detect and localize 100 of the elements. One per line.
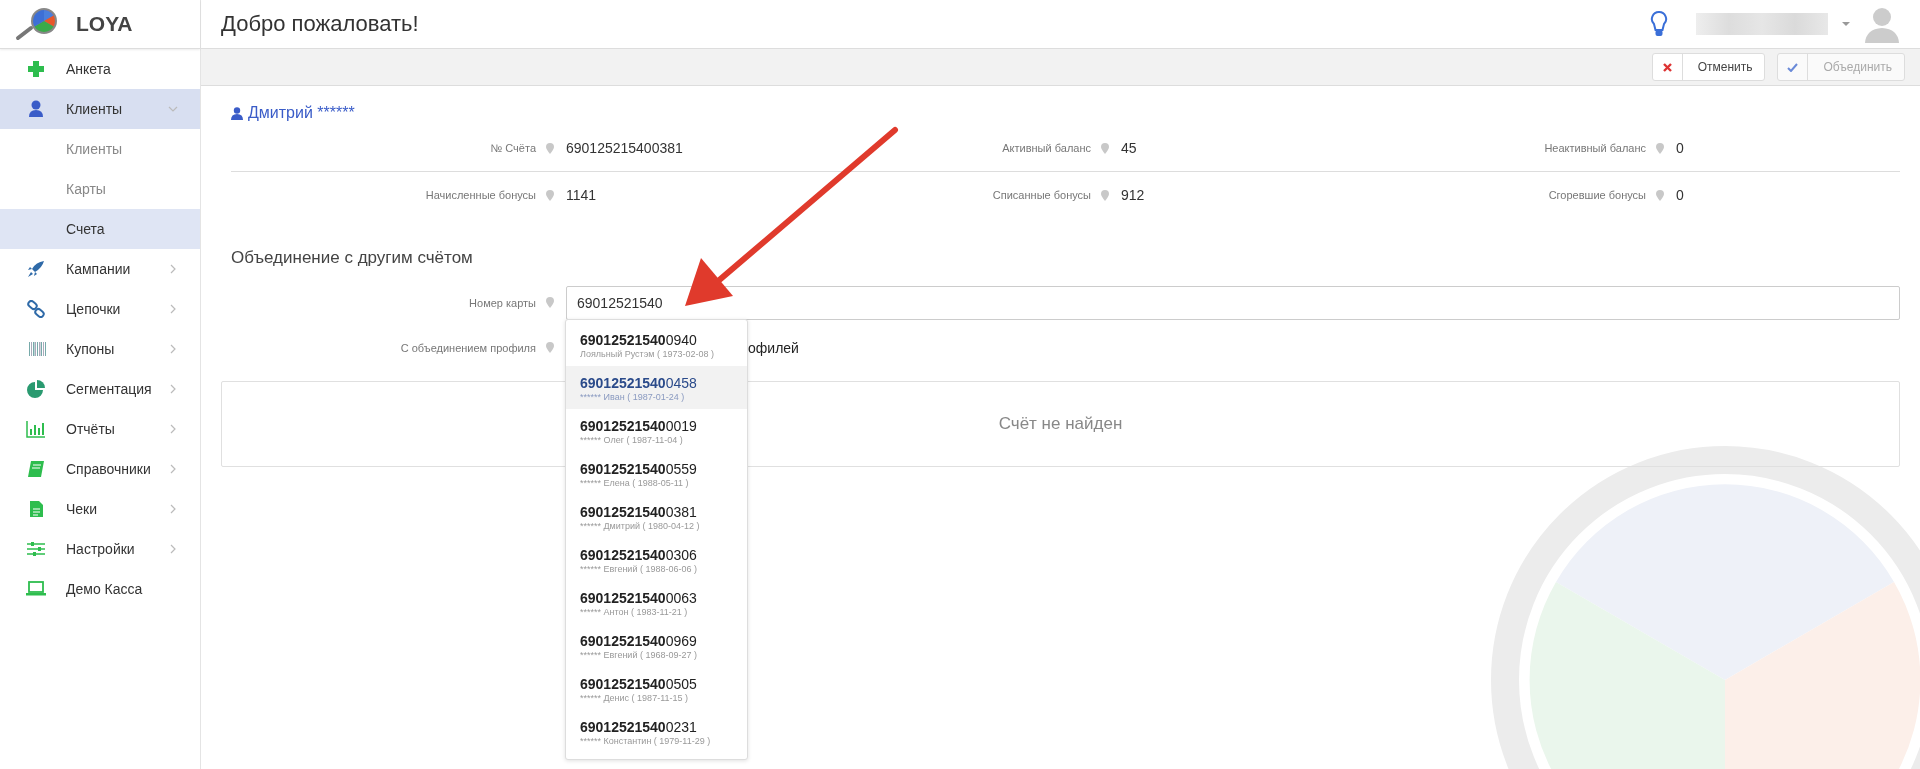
chain-link-icon <box>26 300 46 318</box>
sidebar-item[interactable]: Цепочки <box>0 289 200 329</box>
field-value: 690125215400381 <box>566 140 683 156</box>
field-value: 0 <box>1676 140 1684 156</box>
suggestion-item[interactable]: 690125215400306 ****** Евгений ( 1988-06-06 ) <box>566 538 747 581</box>
pin-icon <box>1656 142 1664 154</box>
sidebar-item[interactable]: Настройки <box>0 529 200 569</box>
card-number: 690125215400940 <box>580 330 698 349</box>
sidebar-item[interactable]: Кампании <box>0 249 200 289</box>
suggestion-item[interactable]: 690125215400458 ****** Иван ( 1987-01-24 ) <box>566 366 747 409</box>
card-owner: ****** Константин ( 1979-11-29 ) <box>580 735 712 746</box>
pin-icon <box>546 189 554 201</box>
caret-icon[interactable] <box>1842 21 1850 27</box>
sidebar-item[interactable]: Клиенты <box>0 89 200 129</box>
sidebar-item-label: Анкета <box>66 61 112 77</box>
sidebar-item-label: Чеки <box>66 501 99 517</box>
pie-chart-icon <box>26 380 46 398</box>
checkmark-icon <box>1787 62 1799 72</box>
card-owner: ****** Антон ( 1983-11-21 ) <box>580 606 689 617</box>
suggestion-item[interactable]: 690125215400063 ****** Антон ( 1983-11-21 ) <box>566 581 747 624</box>
section-title: Объединение с другим счётом <box>231 248 474 268</box>
field-label: № Счёта <box>489 142 536 154</box>
pin-icon <box>546 342 554 353</box>
sidebar-item-label: Настройки <box>66 541 136 557</box>
field-label: Неактивный баланс <box>1543 142 1646 154</box>
sidebar-item-label: Отчёты <box>66 421 116 437</box>
field-value: 1141 <box>566 187 597 203</box>
sidebar-item-label: Купоны <box>66 341 116 357</box>
field-label: Сгоревшие бонусы <box>1547 189 1646 201</box>
suggestion-item[interactable]: 690125215400231 ****** Константин ( 1979-11-29 ) <box>566 710 747 753</box>
suggestion-item[interactable]: 690125215400505 ****** Денис ( 1987-11-15 ) <box>566 667 747 710</box>
field-value: 0 <box>1676 187 1684 203</box>
page-title: Добро пожаловать! <box>221 11 419 37</box>
brand-name: LOYA <box>76 12 133 36</box>
field-label: Списанные бонусы <box>991 189 1091 201</box>
field-value: 45 <box>1121 140 1137 156</box>
card-number: 690125215400063 <box>580 588 698 607</box>
suggestion-item[interactable]: 690125215400969 ****** Евгений ( 1968-09-27 ) <box>566 624 747 667</box>
sidebar-subitem[interactable]: Клиенты <box>0 129 200 169</box>
sidebar-item[interactable]: Отчёты <box>0 409 200 449</box>
book-icon <box>26 460 46 478</box>
suggestion-item[interactable]: 690125215400559 ****** Елена ( 1988-05-11 ) <box>566 452 747 495</box>
suggestion-item[interactable]: 690125215400381 ****** Дмитрий ( 1980-04-12 ) <box>566 495 747 538</box>
field-label: С объединением профиля <box>399 341 536 354</box>
pin-icon <box>1101 142 1109 154</box>
field-value: 912 <box>1121 187 1145 203</box>
lightbulb-icon[interactable] <box>1650 10 1668 38</box>
sidebar-subitem[interactable]: Карты <box>0 169 200 209</box>
pin-icon <box>1101 189 1109 201</box>
card-number: 690125215400231 <box>580 717 698 736</box>
pin-icon <box>1656 189 1664 201</box>
profile-option-text: офилей <box>748 339 799 356</box>
card-owner: ****** Денис ( 1987-11-15 ) <box>580 692 689 703</box>
sidebar-item-label: Справочники <box>66 461 152 477</box>
suggestion-item[interactable]: 690125215400019 ****** Олег ( 1987-11-04 ) <box>566 409 747 452</box>
suggestion-item[interactable]: 690125215400940 Лояльный Рустэм ( 1973-02-08 ) <box>566 323 747 366</box>
card-number: 690125215400969 <box>580 631 698 650</box>
sidebar-item-label: Цепочки <box>66 301 122 317</box>
card-number: 690125215400559 <box>580 459 698 478</box>
close-icon <box>1662 62 1672 72</box>
toolbar-button[interactable]: Отменить <box>1651 53 1766 81</box>
sidebar-item[interactable]: Анкета <box>0 49 200 89</box>
card-owner: Лояльный Рустэм ( 1973-02-08 ) <box>580 348 716 359</box>
field-label: Начисленные бонусы <box>424 189 536 201</box>
card-owner: ****** Евгений ( 1988-06-06 ) <box>580 563 698 574</box>
person-icon <box>26 100 46 118</box>
card-owner: ****** Елена ( 1988-05-11 ) <box>580 477 690 488</box>
card-owner: ****** Евгений ( 1968-09-27 ) <box>580 649 698 660</box>
card-number-input[interactable]: 69012521540 <box>566 285 1900 320</box>
sidebar-item-label: Кампании <box>66 261 132 277</box>
card-number: 690125215400458 <box>580 373 698 392</box>
sidebar-item[interactable]: Чеки <box>0 489 200 529</box>
field-label: Активный баланс <box>1001 142 1091 154</box>
sidebar-item-label: Сегментация <box>66 381 153 397</box>
sidebar-item[interactable]: Демо Касса <box>0 569 200 609</box>
sidebar-item[interactable]: Справочники <box>0 449 200 489</box>
sidebar-item[interactable]: Купоны <box>0 329 200 369</box>
card-owner: ****** Олег ( 1987-11-04 ) <box>580 434 684 445</box>
card-number: 690125215400505 <box>580 674 698 693</box>
card-owner: ****** Дмитрий ( 1980-04-12 ) <box>580 520 701 531</box>
bar-chart-icon <box>26 420 46 438</box>
rocket-icon <box>26 260 46 278</box>
sidebar-item-label: Демо Касса <box>66 581 144 597</box>
barcode-icon <box>26 340 46 358</box>
plus-icon <box>26 60 46 78</box>
person-icon <box>231 106 243 120</box>
sliders-icon <box>26 540 46 558</box>
sidebar-item[interactable]: Сегментация <box>0 369 200 409</box>
pin-icon <box>546 297 554 308</box>
field-label: Номер карты <box>468 296 536 309</box>
sidebar-item-label: Клиенты <box>66 101 124 117</box>
sidebar-subitem[interactable]: Счета <box>0 209 200 249</box>
pin-icon <box>546 142 554 154</box>
card-number: 690125215400381 <box>580 502 698 521</box>
card-number: 690125215400019 <box>580 416 698 435</box>
card-owner: ****** Иван ( 1987-01-24 ) <box>580 391 686 402</box>
avatar-silhouette-icon[interactable] <box>1864 5 1900 43</box>
laptop-icon <box>26 580 46 598</box>
client-name: Дмитрий ****** <box>248 104 355 122</box>
card-number: 690125215400306 <box>580 545 698 564</box>
